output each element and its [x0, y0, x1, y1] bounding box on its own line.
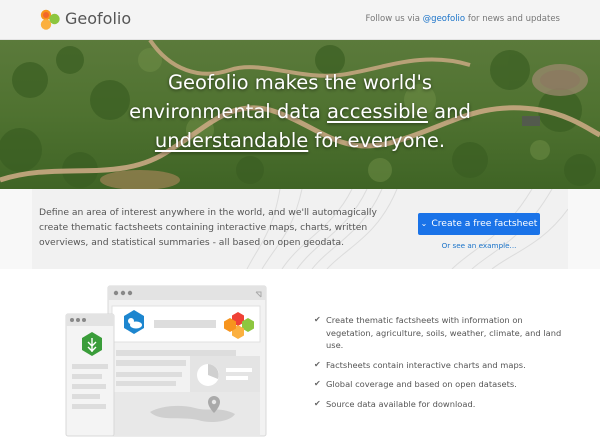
intro-panel: Define an area of interest anywhere in t…: [32, 189, 568, 269]
feature-text: Create thematic factsheets with informat…: [326, 315, 562, 350]
feature-text: Factsheets contain interactive charts an…: [326, 359, 526, 370]
follow-suffix: for news and updates: [467, 14, 560, 24]
hero-line-2-b: and: [434, 100, 471, 123]
checkmark-icon: ✔: [314, 379, 321, 388]
checkmark-icon: ✔: [314, 315, 321, 324]
factsheet-illustration: [65, 285, 267, 437]
brand-name[interactable]: Geofolio: [65, 9, 131, 28]
feature-text: Global coverage and based on open datase…: [326, 379, 517, 389]
feature-list: ✔ Create thematic factsheets with inform…: [314, 314, 564, 417]
twitter-handle-link[interactable]: @geofolio: [423, 14, 465, 24]
hero-line-3-b: for everyone.: [314, 129, 446, 152]
chevron-down-icon: ⌄: [420, 219, 428, 228]
list-item: ✔ Create thematic factsheets with inform…: [314, 314, 564, 352]
band-margin-right: [568, 189, 600, 269]
feature-text: Source data available for download.: [326, 398, 476, 409]
geofolio-logo-icon[interactable]: [38, 8, 62, 32]
hero-line-1: Geofolio makes the world's: [167, 71, 433, 94]
list-item: ✔ Factsheets contain interactive charts …: [314, 359, 564, 372]
see-example-link[interactable]: Or see an example...: [418, 241, 540, 250]
intro-description: Define an area of interest anywhere in t…: [39, 207, 377, 248]
create-factsheet-button[interactable]: ⌄ Create a free factsheet: [418, 213, 540, 235]
list-item: ✔ Global coverage and based on open data…: [314, 378, 564, 391]
hero-accessible-word: accessible: [327, 100, 428, 123]
hero-headline: Geofolio makes the world's environmental…: [0, 68, 600, 155]
hero-line-2-a: environmental data: [129, 100, 321, 123]
follow-prefix: Follow us via: [365, 14, 420, 24]
follow-us-text: Follow us via @geofolio for news and upd…: [365, 14, 560, 24]
create-factsheet-label: Create a free factsheet: [431, 218, 538, 229]
checkmark-icon: ✔: [314, 359, 321, 369]
band-margin-left: [0, 189, 32, 269]
hero-banner: Geofolio makes the world's environmental…: [0, 40, 600, 189]
checkmark-icon: ✔: [314, 398, 321, 408]
top-bar: Geofolio Follow us via @geofolio for new…: [0, 0, 600, 40]
hero-understandable-word: understandable: [154, 129, 309, 152]
list-item: ✔ Source data available for download.: [314, 398, 564, 411]
